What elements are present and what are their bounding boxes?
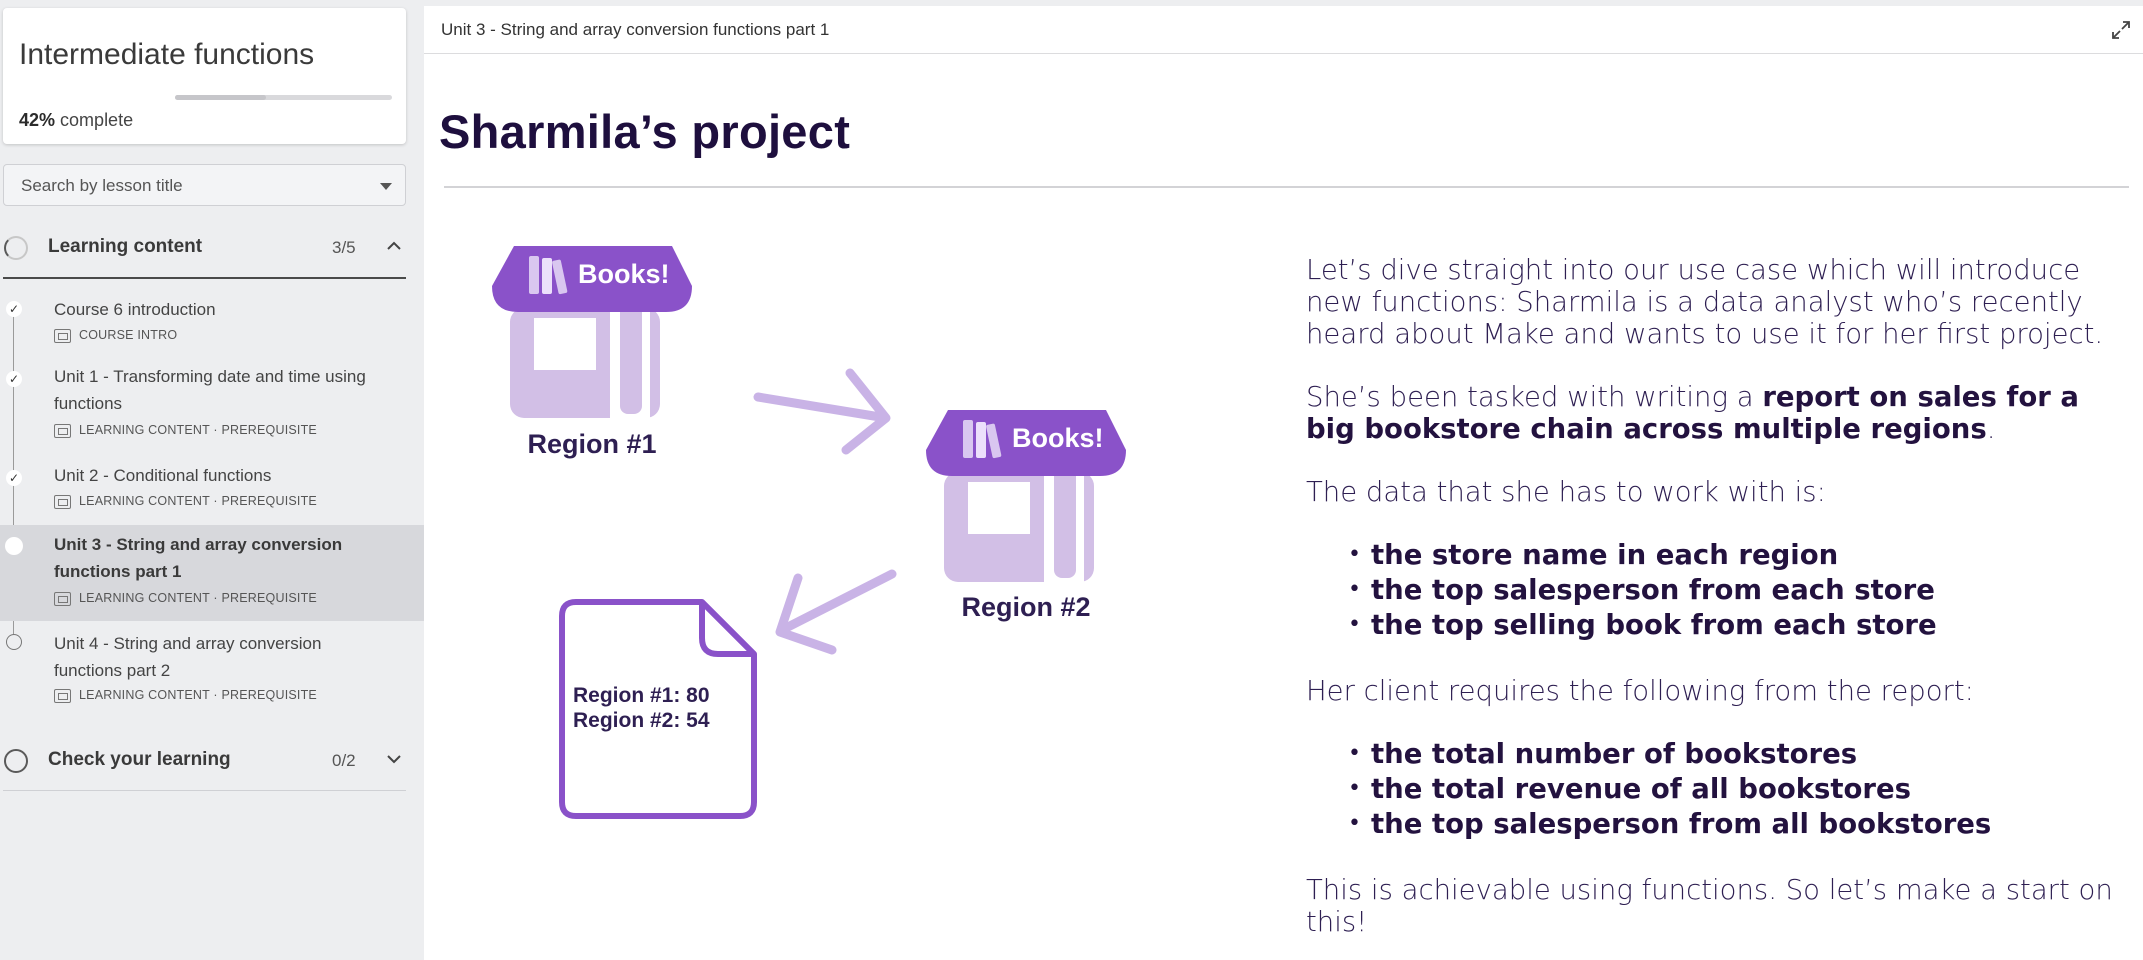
lesson-body: Let’s dive straight into our use case wh… (1306, 254, 2126, 960)
lesson-title: Unit 3 - String and array conversion fun… (54, 535, 343, 581)
data-list: the store name in each region the top sa… (1348, 539, 2126, 644)
lesson-title: Unit 1 - Transforming date and time usin… (54, 367, 366, 413)
section-label: Learning content (48, 236, 203, 257)
requirements-list: the total number of bookstores the total… (1348, 738, 2126, 843)
dropdown-caret-icon (380, 183, 392, 190)
doc-line-1: Region #1: 80 (573, 684, 710, 707)
learning-content-icon (54, 423, 71, 438)
paragraph: This is achievable using functions. So l… (1306, 874, 2113, 938)
doc-line-2: Region #2: 54 (573, 709, 710, 732)
sidebar: Intermediate functions 42% complete Sear… (0, 0, 424, 960)
lesson-content-panel: Unit 3 - String and array conversion fun… (424, 6, 2143, 960)
learning-content-icon (54, 591, 71, 606)
section-learning-content[interactable]: Learning content 3/5 (0, 221, 406, 273)
list-item: the top salesperson from all bookstores (1348, 808, 2126, 843)
arrow-right-icon (753, 368, 891, 455)
lesson-meta-text: LEARNING CONTENT · PREREQUISITE (79, 591, 317, 605)
course-progress-card: Intermediate functions 42% complete (3, 8, 406, 144)
paragraph-text: She’s been tasked with writing a (1306, 381, 1763, 413)
lesson-title: Course 6 introduction (54, 300, 216, 319)
report-document-icon: Region #1: 80 Region #2: 54 (559, 599, 757, 819)
list-item: the top salesperson from each store (1348, 574, 2126, 609)
paragraph: Her client requires the following from t… (1306, 675, 1974, 707)
course-title: Intermediate functions (19, 38, 315, 71)
store-1-sign: Books! (578, 259, 670, 289)
progress-percent: 42% (19, 110, 56, 130)
section-divider (3, 790, 406, 791)
learning-content-icon (54, 688, 71, 703)
section-progress-icon (4, 749, 28, 773)
course-intro-icon (54, 328, 71, 343)
search-placeholder: Search by lesson title (21, 176, 183, 195)
paragraph: She’s been tasked with writing a report … (1306, 381, 2126, 445)
lesson-search-select[interactable]: Search by lesson title (3, 164, 406, 206)
paragraph-text: . (1986, 413, 1996, 445)
breadcrumb-bar: Unit 3 - String and array conversion fun… (424, 6, 2143, 54)
progress-text: 42% complete (19, 110, 133, 131)
list-item: the total number of bookstores (1348, 738, 2126, 773)
lesson-meta: COURSE INTRO (54, 328, 177, 343)
lesson-meta-text: COURSE INTRO (79, 328, 178, 342)
lesson-item[interactable]: ✓ Course 6 introduction COURSE INTRO (0, 292, 424, 352)
not-started-circle-icon (6, 634, 22, 650)
region-1-label: Region #1 (527, 429, 656, 459)
store-2-sign: Books! (1012, 423, 1104, 453)
store-1-icon: Books! Region #1 (492, 246, 692, 459)
lesson-meta: LEARNING CONTENT · PREREQUISITE (54, 591, 317, 606)
lesson-meta-text: LEARNING CONTENT · PREREQUISITE (79, 494, 317, 508)
check-icon: ✓ (6, 470, 22, 486)
chevron-up-icon[interactable] (386, 239, 402, 257)
lesson-meta: LEARNING CONTENT · PREREQUISITE (54, 494, 317, 509)
bookstore-illustration: Books! Region #1 Books! Region #2 Region… (492, 246, 1126, 819)
page-title: Sharmila’s project (439, 105, 851, 158)
check-icon: ✓ (6, 371, 22, 387)
section-label: Check your learning (48, 749, 231, 770)
lesson-item[interactable]: ✓ Unit 1 - Transforming date and time us… (0, 363, 424, 447)
progress-bar-fill (175, 95, 267, 100)
lesson-title: Unit 4 - String and array conversion fun… (54, 634, 322, 680)
lesson-meta: LEARNING CONTENT · PREREQUISITE (54, 423, 317, 438)
region-2-label: Region #2 (961, 592, 1090, 622)
title-divider (444, 186, 2129, 188)
lesson-item[interactable]: ✓ Unit 2 - Conditional functions LEARNIN… (0, 462, 424, 522)
store-2-icon: Books! Region #2 (926, 410, 1126, 622)
section-divider (3, 277, 406, 279)
current-lesson-dot-icon (5, 537, 23, 555)
lesson-meta-text: LEARNING CONTENT · PREREQUISITE (79, 423, 317, 437)
lesson-item[interactable]: Unit 4 - String and array conversion fun… (0, 630, 424, 714)
expand-icon[interactable] (2111, 20, 2131, 40)
section-progress-icon (4, 236, 28, 260)
paragraph: Let’s dive straight into our use case wh… (1306, 254, 2104, 350)
check-icon: ✓ (6, 301, 22, 317)
lesson-meta-text: LEARNING CONTENT · PREREQUISITE (79, 688, 317, 702)
section-count: 3/5 (332, 238, 356, 257)
progress-word: complete (60, 110, 134, 130)
lesson-meta: LEARNING CONTENT · PREREQUISITE (54, 688, 317, 703)
section-check-your-learning[interactable]: Check your learning 0/2 (0, 734, 406, 786)
learning-content-icon (54, 494, 71, 509)
breadcrumb: Unit 3 - String and array conversion fun… (441, 20, 830, 39)
list-item: the total revenue of all bookstores (1348, 773, 2126, 808)
paragraph: The data that she has to work with is: (1306, 476, 1826, 508)
progress-bar (175, 95, 392, 100)
lesson-title: Unit 2 - Conditional functions (54, 466, 272, 485)
chevron-down-icon[interactable] (386, 752, 402, 770)
list-item: the top selling book from each store (1348, 609, 2126, 644)
arrow-down-left-icon (775, 569, 897, 655)
lesson-item-active[interactable]: Unit 3 - String and array conversion fun… (0, 525, 424, 621)
list-item: the store name in each region (1348, 539, 2126, 574)
section-count: 0/2 (332, 751, 356, 770)
